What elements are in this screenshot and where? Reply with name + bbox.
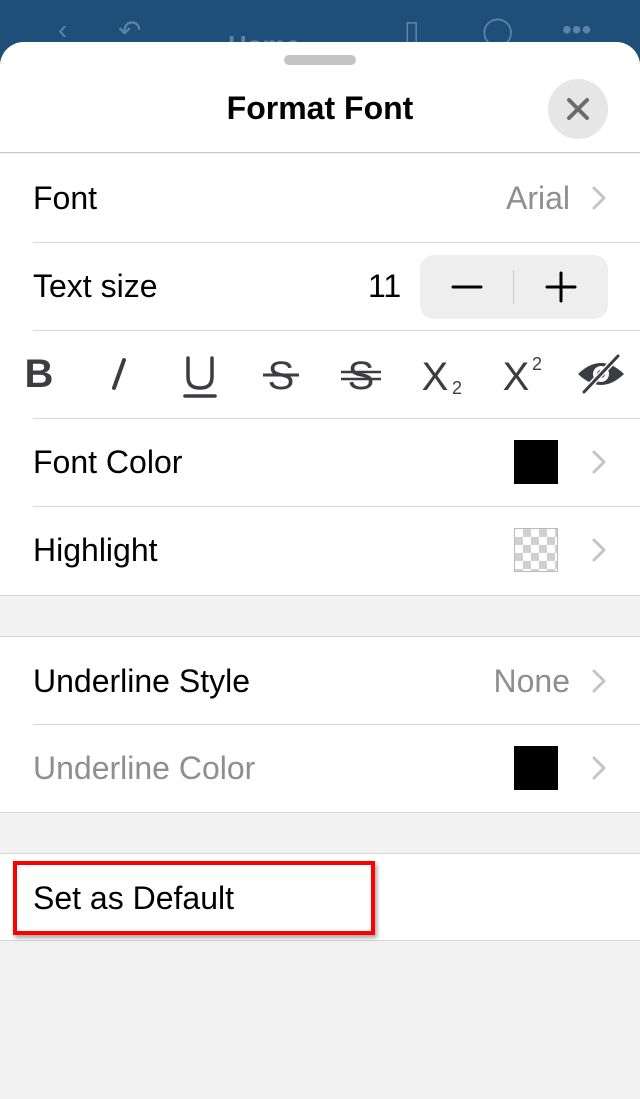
font-label: Font: [33, 180, 98, 216]
underline-group: Underline Style None Underline Color: [0, 637, 640, 812]
chevron-right-icon: [592, 450, 606, 474]
font-color-row[interactable]: Font Color: [0, 418, 640, 506]
underline-style-value: None: [493, 663, 571, 699]
chevron-right-icon: [592, 186, 606, 210]
hidden-text-button[interactable]: [570, 344, 632, 404]
subscript-icon: X 2: [422, 355, 462, 399]
annotation-highlight-box: [13, 861, 375, 935]
strikethrough-icon: S: [263, 354, 299, 398]
double-strikethrough-button[interactable]: S: [330, 344, 392, 404]
svg-text:X: X: [422, 355, 449, 399]
sheet-grabber[interactable]: [284, 55, 356, 65]
font-color-label: Font Color: [33, 444, 183, 480]
chevron-right-icon: [592, 756, 606, 780]
underline-color-swatch: [514, 746, 558, 790]
minus-icon: [451, 285, 483, 289]
text-size-row: Text size 11: [0, 242, 640, 330]
text-size-value: 11: [368, 268, 402, 304]
bold-button[interactable]: B: [8, 344, 70, 404]
section-divider: [0, 595, 640, 596]
highlight-swatch: [514, 528, 558, 572]
underline-style-label: Underline Style: [33, 663, 250, 699]
svg-text:2: 2: [452, 378, 462, 398]
sheet-header: Format Font: [0, 42, 640, 153]
svg-text:S: S: [348, 354, 375, 398]
eye-slash-icon: [578, 353, 624, 395]
double-strikethrough-icon: S: [341, 354, 381, 398]
close-icon: [567, 98, 589, 120]
section-divider: [0, 940, 640, 941]
underline-button[interactable]: [169, 344, 231, 404]
section-divider: [0, 812, 640, 813]
superscript-button[interactable]: X 2: [492, 344, 554, 404]
underline-color-label: Underline Color: [33, 750, 256, 786]
format-font-sheet: Format Font Font Arial Text size 11 B S …: [0, 42, 640, 1099]
plus-icon: [545, 271, 577, 303]
highlight-label: Highlight: [33, 532, 158, 568]
text-size-label: Text size: [33, 268, 158, 304]
font-value: Arial: [505, 180, 570, 216]
decrease-size-button[interactable]: [420, 255, 513, 319]
format-buttons-row: B S S X 2 X 2: [0, 330, 640, 418]
superscript-icon: X 2: [503, 354, 542, 399]
svg-text:2: 2: [532, 354, 542, 374]
svg-text:X: X: [503, 355, 530, 399]
subscript-button[interactable]: X 2: [411, 344, 473, 404]
underline-color-row[interactable]: Underline Color: [0, 724, 640, 812]
chevron-right-icon: [592, 538, 606, 562]
font-row[interactable]: Font Arial: [0, 154, 640, 242]
underline-icon: [183, 356, 217, 398]
close-button[interactable]: [548, 79, 608, 139]
font-settings-group: Font Arial Text size 11 B S S X 2 X 2 Fo…: [0, 154, 640, 595]
sheet-title: Format Font: [226, 90, 414, 126]
text-size-stepper: [420, 255, 608, 319]
highlight-row[interactable]: Highlight: [0, 506, 640, 594]
increase-size-button[interactable]: [514, 255, 607, 319]
strikethrough-button[interactable]: S: [250, 344, 312, 404]
italic-button[interactable]: [88, 344, 150, 404]
bold-icon: B: [25, 352, 54, 396]
chevron-right-icon: [592, 669, 606, 693]
italic-icon: [112, 358, 126, 390]
underline-style-row[interactable]: Underline Style None: [0, 637, 640, 725]
font-color-swatch: [514, 440, 558, 484]
svg-text:B: B: [25, 352, 54, 396]
